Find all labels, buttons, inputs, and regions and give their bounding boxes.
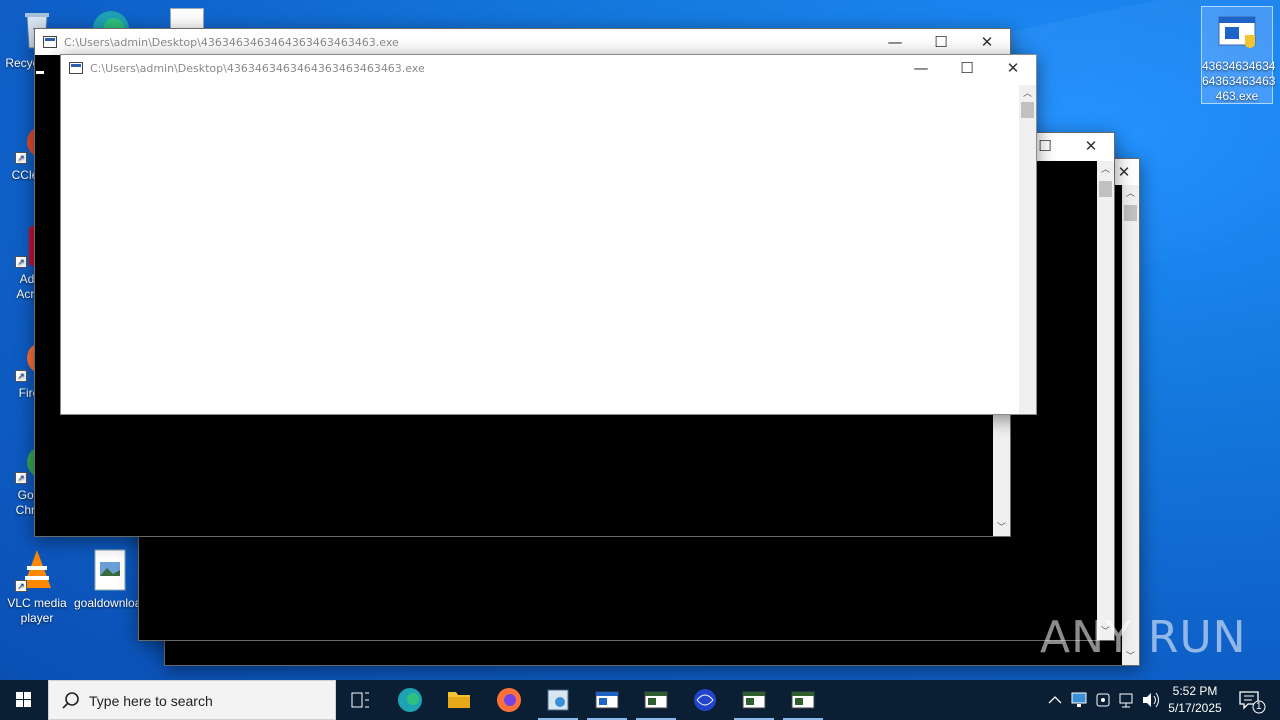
scroll-up-icon[interactable]: ︿ — [1122, 185, 1139, 202]
maximize-icon: ☐ — [934, 33, 948, 51]
minimize-icon: — — [887, 33, 903, 51]
window-3-scrollbar[interactable]: ︿ ﹀ — [1097, 161, 1114, 640]
desktop-icon-exe-file[interactable]: 43634634634 64363463463 463.exe — [1201, 6, 1276, 104]
setup-app-icon — [547, 689, 569, 711]
taskbar-console-4[interactable] — [779, 680, 827, 720]
shortcut-arrow-icon: ↗ — [15, 472, 27, 484]
window-title: C:\Users\admin\Desktop\43634634634643634… — [64, 36, 399, 49]
taskbar-console-2[interactable] — [632, 680, 680, 720]
window-2-titlebar[interactable]: C:\Users\admin\Desktop\43634634634643634… — [35, 29, 1010, 55]
clock-time: 5:52 PM — [1172, 684, 1218, 698]
taskbar-app-blue[interactable] — [681, 680, 729, 720]
window-4-scrollbar[interactable]: ︿ ﹀ — [1122, 185, 1139, 665]
taskbar-console-3[interactable] — [730, 680, 778, 720]
image-file-icon — [87, 548, 131, 592]
minimize-button[interactable]: — — [872, 29, 918, 55]
action-center-button[interactable]: 1 — [1234, 680, 1274, 720]
taskbar-console-1[interactable] — [583, 680, 631, 720]
shortcut-arrow-icon: ↗ — [15, 580, 27, 592]
console-window-icon — [742, 691, 766, 709]
start-button[interactable] — [0, 680, 48, 720]
maximize-icon: ☐ — [960, 59, 974, 77]
show-hidden-icons[interactable] — [1044, 680, 1066, 720]
close-icon: ✕ — [1084, 137, 1098, 155]
close-button[interactable]: ✕ — [964, 29, 1010, 55]
network-icon — [1119, 693, 1133, 708]
console-cursor — [36, 71, 44, 74]
desktop-icon-vlc[interactable]: ↗ VLC media player — [0, 548, 74, 626]
vlc-cone-icon: ↗ — [15, 548, 59, 592]
maximize-icon: ☐ — [1038, 137, 1052, 155]
close-button[interactable]: ✕ — [1068, 133, 1114, 159]
taskbar-firefox[interactable] — [485, 680, 533, 720]
desktop-icon-label: goaldownload — [74, 596, 144, 610]
window-1-titlebar[interactable]: C:\Users\admin\Desktop\43634634634643634… — [61, 55, 1036, 81]
maximize-button[interactable]: ☐ — [918, 29, 964, 55]
task-view-button[interactable] — [336, 680, 384, 720]
tray-volume[interactable] — [1140, 680, 1162, 720]
console-app-icon — [69, 62, 83, 74]
desktop-icon-label: VLC media player — [7, 596, 67, 625]
scroll-thumb[interactable] — [1124, 205, 1137, 221]
chevron-up-icon — [1048, 696, 1062, 704]
anyrun-watermark: ANY RUN — [1040, 612, 1247, 663]
notification-icon — [1239, 691, 1266, 714]
shortcut-arrow-icon: ↗ — [15, 370, 27, 382]
close-icon: ✕ — [980, 33, 994, 51]
close-icon: ✕ — [1006, 59, 1020, 77]
clock-date: 5/17/2025 — [1168, 701, 1222, 715]
scroll-up-icon[interactable]: ︿ — [1097, 161, 1114, 178]
firefox-icon — [497, 688, 521, 712]
search-placeholder: Type here to search — [89, 693, 213, 709]
monitor-icon — [1071, 692, 1087, 707]
tray-network[interactable] — [1116, 680, 1138, 720]
desktop-icon-label: 43634634634 64363463463 463.exe — [1202, 59, 1276, 103]
close-button[interactable]: ✕ — [990, 55, 1036, 81]
close-icon: ✕ — [1117, 163, 1131, 181]
taskbar-file-explorer[interactable] — [435, 680, 483, 720]
console-window-1[interactable]: C:\Users\admin\Desktop\43634634634643634… — [60, 54, 1037, 415]
exe-shield-icon — [1215, 11, 1259, 55]
taskbar-clock[interactable]: 5:52 PM 5/17/2025 — [1160, 683, 1230, 717]
scroll-down-icon[interactable]: ﹀ — [993, 519, 1010, 536]
console-window-icon — [791, 691, 815, 709]
console-window-icon — [595, 691, 619, 709]
taskbar-app-setup[interactable] — [534, 680, 582, 720]
minimize-button[interactable]: — — [898, 55, 944, 81]
folder-icon — [448, 692, 470, 708]
notification-count-badge: 1 — [1256, 701, 1262, 712]
tray-device[interactable] — [1092, 680, 1114, 720]
desktop-icon-goaldownload[interactable]: goaldownload — [74, 548, 144, 611]
app-globe-icon — [694, 689, 716, 711]
device-icon — [1096, 693, 1110, 707]
taskbar-search-box[interactable]: Type here to search — [48, 680, 336, 720]
shortcut-arrow-icon: ↗ — [15, 256, 27, 268]
window-title: C:\Users\admin\Desktop\43634634634643634… — [90, 62, 425, 75]
edge-icon — [398, 688, 422, 712]
tray-monitor[interactable] — [1068, 680, 1090, 720]
scroll-up-icon[interactable]: ︿ — [1019, 85, 1036, 102]
minimize-icon: — — [913, 59, 929, 77]
shortcut-arrow-icon: ↗ — [15, 152, 27, 164]
volume-icon — [1143, 692, 1159, 708]
desktop: Recycle Bin ↗ CCleaner ↗ Adobe Acrobat ↗… — [0, 0, 1280, 680]
taskbar-edge[interactable] — [386, 680, 434, 720]
windows-logo-icon — [16, 692, 31, 707]
task-view-icon — [351, 692, 369, 708]
maximize-button[interactable]: ☐ — [944, 55, 990, 81]
scroll-thumb[interactable] — [1021, 102, 1034, 118]
scroll-thumb[interactable] — [1099, 181, 1112, 197]
taskbar: Type here to search 5:52 PM 5/17/2025 1 — [0, 680, 1280, 720]
search-icon — [62, 692, 79, 709]
console-window-icon — [644, 691, 668, 709]
window-1-scrollbar[interactable]: ︿ — [1019, 85, 1036, 414]
console-app-icon — [43, 36, 57, 48]
